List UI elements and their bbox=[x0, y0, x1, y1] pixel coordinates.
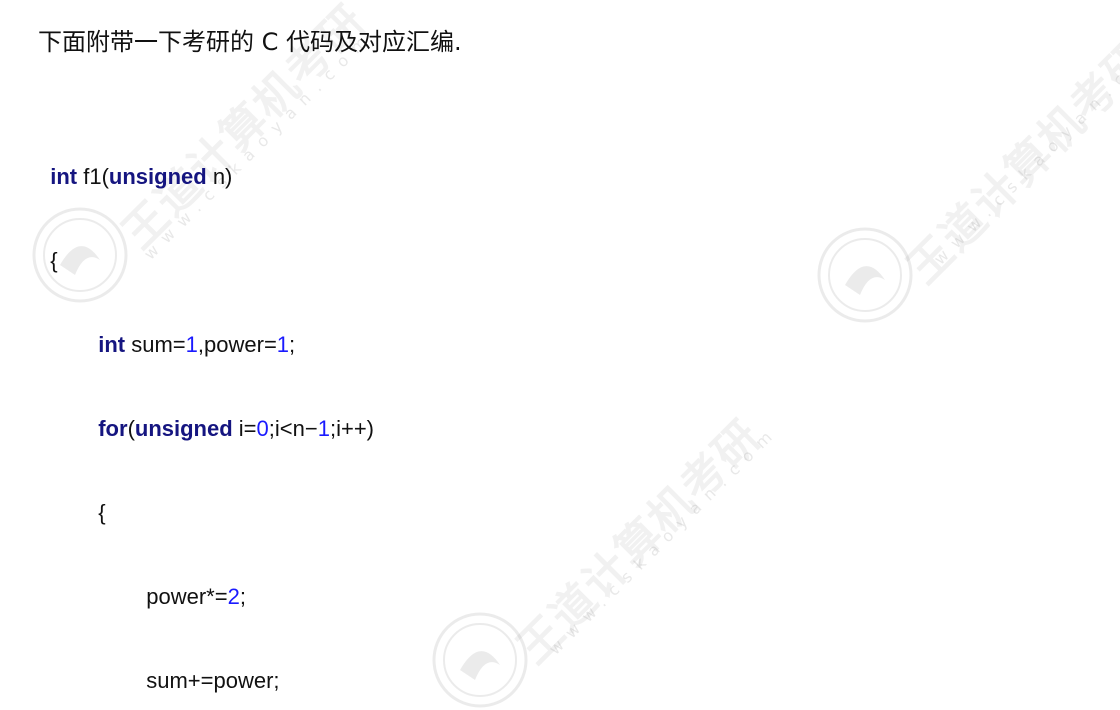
code-text: sum+=power; bbox=[146, 668, 280, 693]
code-text: { bbox=[50, 248, 58, 273]
number-literal: 0 bbox=[256, 416, 269, 441]
keyword: int bbox=[50, 164, 78, 189]
intro-text: 下面附带一下考研的 C 代码及对应汇编. bbox=[38, 28, 462, 56]
code-line-3: int sum=1,power=1; bbox=[86, 300, 295, 360]
keyword: for bbox=[98, 416, 128, 441]
watermark-brand-text: 王道计算机考研 bbox=[897, 30, 1120, 294]
number-literal: 1 bbox=[185, 332, 198, 357]
code-line-2: { bbox=[38, 216, 58, 276]
code-text: sum= bbox=[125, 332, 186, 357]
code-line-7: sum+=power; bbox=[134, 636, 280, 696]
code-text: ; bbox=[239, 584, 246, 609]
code-text: n) bbox=[206, 164, 233, 189]
keyword: unsigned bbox=[108, 164, 207, 189]
number-literal: 1 bbox=[317, 416, 330, 441]
code-text: ( bbox=[127, 416, 135, 441]
code-line-1: int f1(unsigned n) bbox=[38, 132, 232, 192]
code-text: ;i<n− bbox=[268, 416, 318, 441]
code-line-5: { bbox=[86, 468, 106, 528]
watermark-url-text: www.cskaoyan.com bbox=[545, 420, 783, 659]
code-text: { bbox=[98, 500, 106, 525]
code-text: ; bbox=[289, 332, 296, 357]
watermark-url-text: www.cskaoyan.com bbox=[930, 30, 1120, 269]
watermark-seal-icon bbox=[432, 612, 528, 708]
code-text: ;i++) bbox=[329, 416, 374, 441]
code-text: ,power= bbox=[197, 332, 277, 357]
code-line-6: power*=2; bbox=[134, 552, 246, 612]
keyword: int bbox=[98, 332, 126, 357]
code-line-4: for(unsigned i=0;i<n−1;i++) bbox=[86, 384, 374, 444]
keyword: unsigned bbox=[134, 416, 233, 441]
watermark-brand-text: 王道计算机考研 bbox=[507, 410, 772, 674]
code-text: i= bbox=[232, 416, 257, 441]
watermark-seal-icon bbox=[817, 227, 913, 323]
number-literal: 2 bbox=[227, 584, 240, 609]
number-literal: 1 bbox=[276, 332, 290, 357]
code-text: power*= bbox=[146, 584, 228, 609]
code-text: f1( bbox=[77, 164, 109, 189]
